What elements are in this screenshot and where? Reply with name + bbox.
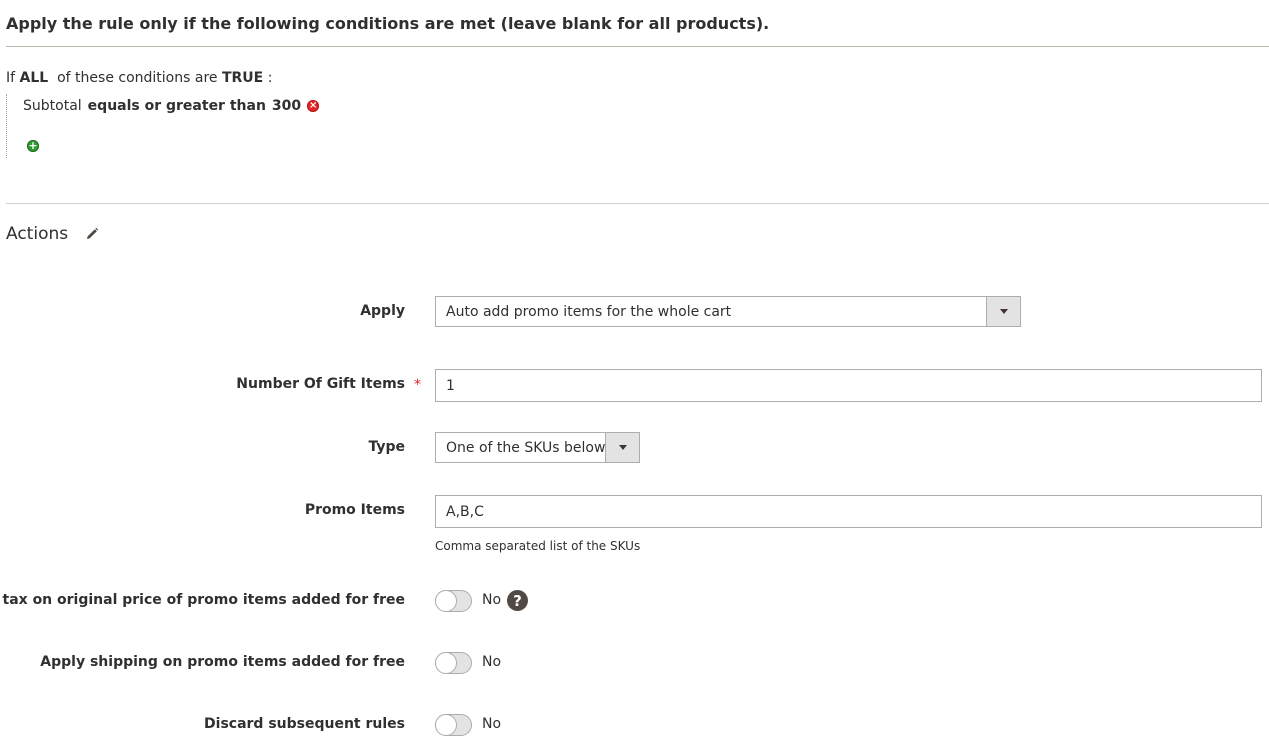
condition-attribute: Subtotal xyxy=(23,98,82,114)
toggle-knob xyxy=(435,714,457,736)
apply-select[interactable]: Auto add promo items for the whole cart xyxy=(435,296,1021,327)
toggle-knob xyxy=(435,590,457,612)
required-icon: * xyxy=(414,377,421,393)
apply-tax-value: No xyxy=(482,592,502,608)
gift-items-label: Number Of Gift Items xyxy=(236,376,405,392)
condition-operator[interactable]: equals or greater than xyxy=(88,98,266,114)
discard-rules-toggle[interactable] xyxy=(435,714,472,736)
apply-shipping-label: Apply shipping on promo items added for … xyxy=(40,654,405,670)
apply-select-value: Auto add promo items for the whole cart xyxy=(446,303,732,320)
promo-items-note: Comma separated list of the SKUs xyxy=(435,539,641,553)
type-select[interactable]: One of the SKUs below xyxy=(435,432,640,463)
conditions-aggregator-line: If ALL of these conditions are TRUE : xyxy=(6,70,272,86)
aggregator-select[interactable]: ALL xyxy=(20,70,49,86)
of-text: of these conditions are xyxy=(57,70,218,86)
promo-items-label: Promo Items xyxy=(304,502,405,518)
promo-items-input[interactable]: A,B,C xyxy=(435,495,1262,528)
value-select[interactable]: TRUE xyxy=(222,70,263,86)
conditions-heading: Apply the rule only if the following con… xyxy=(6,14,770,33)
type-select-value: One of the SKUs below xyxy=(446,439,606,456)
colon: : xyxy=(267,70,273,86)
section-divider xyxy=(6,203,1269,204)
conditions-tree-line xyxy=(6,94,7,158)
discard-rules-value: No xyxy=(482,716,502,732)
discard-rules-label: Discard subsequent rules xyxy=(204,716,405,732)
apply-tax-label: Apply tax on original price of promo ite… xyxy=(0,592,405,608)
pencil-icon[interactable] xyxy=(84,226,100,242)
actions-title[interactable]: Actions xyxy=(6,224,100,244)
gift-items-input[interactable]: 1 xyxy=(435,369,1262,402)
apply-label: Apply xyxy=(360,303,405,319)
apply-tax-toggle[interactable] xyxy=(435,590,472,612)
condition-value[interactable]: 300 xyxy=(272,98,301,114)
conditions-divider xyxy=(6,46,1269,47)
actions-title-text: Actions xyxy=(6,224,69,244)
condition-row: Subtotal equals or greater than 300 × xyxy=(23,98,320,114)
toggle-knob xyxy=(435,652,457,674)
help-icon[interactable]: ? xyxy=(507,590,528,611)
apply-shipping-value: No xyxy=(482,654,502,670)
remove-icon[interactable]: × xyxy=(307,100,320,112)
apply-shipping-toggle[interactable] xyxy=(435,652,472,674)
add-icon[interactable]: + xyxy=(27,140,39,152)
page: Apply the rule only if the following con… xyxy=(0,0,1269,749)
if-prefix: If xyxy=(6,70,16,86)
type-label: Type xyxy=(368,439,405,455)
chevron-down-icon[interactable] xyxy=(986,297,1020,326)
chevron-down-icon[interactable] xyxy=(605,433,639,462)
